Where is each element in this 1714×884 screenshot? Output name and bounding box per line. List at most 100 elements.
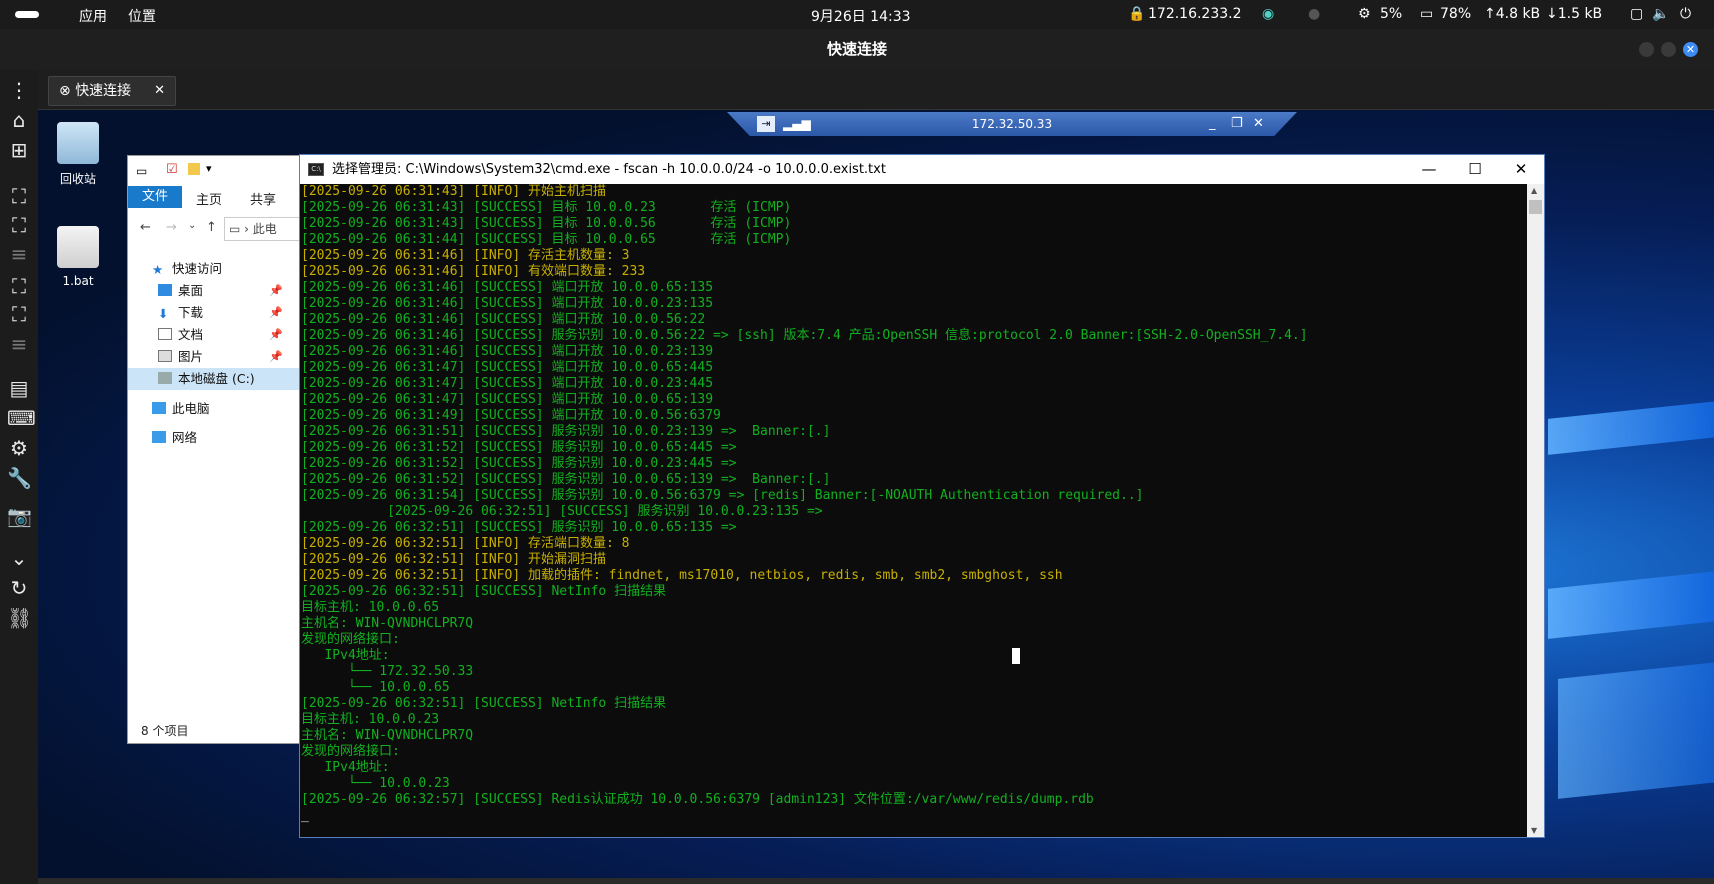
apps-menu[interactable]: 应用 bbox=[79, 6, 107, 26]
activities-icon[interactable] bbox=[15, 11, 39, 18]
item-count: 8 个项目 bbox=[141, 724, 189, 738]
cpu-icon: ⚙ bbox=[1358, 6, 1371, 22]
wallpaper-beam bbox=[1558, 661, 1714, 799]
console-line: 主机名: WIN-QVNDHCLPR7Q bbox=[301, 728, 474, 743]
address-bar[interactable]: ▭ › 此电 bbox=[224, 217, 299, 241]
tab-home[interactable]: 主页 bbox=[196, 189, 222, 208]
tree-label: 此电脑 bbox=[172, 401, 210, 416]
drive-icon bbox=[158, 372, 172, 384]
scale-icon[interactable]: ⛶ bbox=[7, 274, 31, 298]
home-icon[interactable]: ⌂ bbox=[7, 108, 31, 132]
new-tab-icon[interactable]: ⊞ bbox=[7, 138, 31, 162]
tree-local-disk[interactable]: 本地磁盘 (C:) bbox=[128, 368, 299, 390]
window-title: 快速连接 bbox=[826, 40, 887, 58]
console-line: [2025-09-26 06:32:57] [SUCCESS] Redis认证成… bbox=[301, 792, 1094, 807]
cmd-maximize-button[interactable]: ☐ bbox=[1452, 155, 1498, 184]
memory-usage: 78% bbox=[1440, 6, 1472, 22]
console-line: [2025-09-26 06:31:43] [SUCCESS] 目标 10.0.… bbox=[301, 200, 792, 215]
keyboard-icon[interactable]: ⌨ bbox=[7, 406, 36, 430]
resize-icon[interactable]: ⛶ bbox=[7, 302, 31, 326]
sync-icon[interactable]: ◉ bbox=[1262, 6, 1274, 22]
console-line: └── 10.0.0.23 bbox=[301, 776, 450, 791]
console-line: └── 172.32.50.33 bbox=[301, 664, 474, 679]
qat-dropdown-icon[interactable]: ▾ bbox=[206, 162, 212, 175]
explorer-icon: ▭ bbox=[136, 164, 148, 178]
bat-file[interactable]: 1.bat bbox=[43, 226, 113, 288]
clock[interactable]: 9月26日 14:33 bbox=[811, 6, 911, 26]
reconnect-icon[interactable]: ↻ bbox=[7, 576, 31, 600]
scroll-thumb[interactable] bbox=[1529, 200, 1542, 214]
console-line: [2025-09-26 06:32:51] [SUCCESS] 服务识别 10.… bbox=[301, 520, 737, 535]
cmd-titlebar: C:\ 选择管理员: C:\Windows\System32\cmd.exe -… bbox=[300, 155, 1544, 184]
pin-icon[interactable]: ⇥ bbox=[757, 116, 775, 132]
tree-this-pc[interactable]: 此电脑 bbox=[152, 398, 210, 420]
signal-icon: ▂▄▆ bbox=[783, 117, 811, 131]
power-icon[interactable]: ⏻ bbox=[1680, 6, 1691, 22]
console-line: └── 10.0.0.65 bbox=[301, 680, 450, 695]
tab-close-icon[interactable]: ✕ bbox=[154, 77, 165, 105]
close-button[interactable]: ✕ bbox=[1683, 42, 1698, 57]
file-explorer-window: ▭ ☑ ▾ 文件 主页 共享 ← → ⌄ ↑ ▭ › 此电 ★ 快速访问 桌面 📌 … bbox=[127, 155, 300, 744]
fit-window-icon[interactable]: ⛶ bbox=[7, 184, 31, 208]
tab-share[interactable]: 共享 bbox=[250, 189, 276, 208]
console-line: [2025-09-26 06:31:46] [INFO] 存活主机数量: 3 bbox=[301, 248, 630, 263]
rdp-close-icon[interactable]: ✕ bbox=[1253, 112, 1264, 136]
window-layout-icon[interactable]: ▤ bbox=[7, 376, 31, 400]
back-icon[interactable]: ← bbox=[140, 220, 151, 235]
mouse-cursor bbox=[1012, 648, 1020, 664]
display-icon[interactable]: ▢ bbox=[1630, 6, 1643, 22]
recycle-bin[interactable]: 回收站 bbox=[43, 122, 113, 187]
scroll-down-icon[interactable]: ▼ bbox=[1531, 826, 1537, 835]
recycle-bin-label: 回收站 bbox=[59, 172, 96, 186]
places-menu[interactable]: 位置 bbox=[128, 6, 156, 26]
tree-downloads[interactable]: ⬇ 下载 📌 bbox=[158, 302, 283, 324]
fullscreen-icon[interactable]: ⛶ bbox=[7, 213, 31, 237]
settings-icon[interactable]: ⚙ bbox=[7, 436, 31, 460]
desktop-icon bbox=[158, 284, 172, 296]
tree-desktop[interactable]: 桌面 📌 bbox=[158, 280, 283, 302]
console-line: [2025-09-26 06:31:46] [INFO] 有效端口数量: 233 bbox=[301, 264, 646, 279]
properties-icon[interactable]: ☑ bbox=[166, 162, 178, 177]
screenshot-icon[interactable]: 📷 bbox=[7, 504, 32, 528]
console-line: [2025-09-26 06:31:46] [SUCCESS] 端口开放 10.… bbox=[301, 296, 714, 311]
console-output[interactable]: [2025-09-26 06:31:43] [INFO] 开始主机扫描 [2025… bbox=[300, 184, 1527, 837]
tree-label: 本地磁盘 (C:) bbox=[178, 371, 255, 386]
new-folder-icon[interactable] bbox=[188, 163, 200, 175]
menu-kebab-icon[interactable]: ⋮ bbox=[7, 78, 31, 102]
bottom-edge bbox=[38, 878, 1714, 884]
tab-quick-connect[interactable]: ⊗ 快速连接 ✕ bbox=[48, 76, 176, 106]
ribbon-tabs: 文件 主页 共享 bbox=[128, 186, 299, 208]
tree-quick-access[interactable]: ★ 快速访问 bbox=[152, 258, 222, 280]
console-line: [2025-09-26 06:31:49] [SUCCESS] 端口开放 10.… bbox=[301, 408, 721, 423]
tab-file[interactable]: 文件 bbox=[128, 186, 182, 208]
cmd-title: 选择管理员: C:\Windows\System32\cmd.exe - fsc… bbox=[332, 162, 886, 177]
forward-icon[interactable]: → bbox=[166, 220, 177, 235]
screen: 应用 位置 9月26日 14:33 🔒 172.16.233.2 ◉ ● ⚙ 5… bbox=[0, 0, 1714, 884]
volume-icon[interactable]: 🔈 bbox=[1652, 6, 1669, 22]
rdp-restore-icon[interactable]: ❐ bbox=[1231, 112, 1243, 136]
wallpaper-beam bbox=[1548, 571, 1714, 639]
tools-icon[interactable]: 🔧 bbox=[7, 466, 32, 490]
cmd-minimize-button[interactable]: — bbox=[1406, 155, 1452, 184]
tray-circle-icon[interactable]: ● bbox=[1308, 6, 1320, 22]
tree-network[interactable]: 网络 bbox=[152, 427, 197, 449]
tree-label: 桌面 bbox=[178, 283, 204, 298]
console-line: 发现的网络接口: bbox=[301, 744, 400, 759]
cmd-scrollbar[interactable]: ▲ ▼ bbox=[1527, 184, 1544, 837]
minimize-button[interactable] bbox=[1639, 42, 1654, 57]
up-icon[interactable]: ↑ bbox=[206, 220, 217, 235]
disconnect-icon[interactable]: ⛓ bbox=[7, 606, 32, 630]
cmd-window: C:\ 选择管理员: C:\Windows\System32\cmd.exe -… bbox=[299, 154, 1545, 838]
tree-documents[interactable]: 文档 📌 bbox=[158, 324, 283, 346]
console-line: [2025-09-26 06:31:46] [SUCCESS] 端口开放 10.… bbox=[301, 312, 706, 327]
rdp-minimize-icon[interactable]: _ bbox=[1209, 112, 1216, 136]
chevron-down-icon[interactable]: ⌄ bbox=[7, 546, 31, 570]
recent-dropdown-icon[interactable]: ⌄ bbox=[188, 220, 196, 231]
scroll-up-icon[interactable]: ▲ bbox=[1531, 186, 1537, 195]
console-line: [2025-09-26 06:32:51] [INFO] 开始漏洞扫描 bbox=[301, 552, 606, 567]
cmd-close-button[interactable]: ✕ bbox=[1498, 155, 1544, 184]
tree-label: 快速访问 bbox=[172, 261, 223, 276]
tree-pictures[interactable]: 图片 📌 bbox=[158, 346, 283, 368]
pin-icon: 📌 bbox=[269, 284, 283, 297]
maximize-button[interactable] bbox=[1661, 42, 1676, 57]
